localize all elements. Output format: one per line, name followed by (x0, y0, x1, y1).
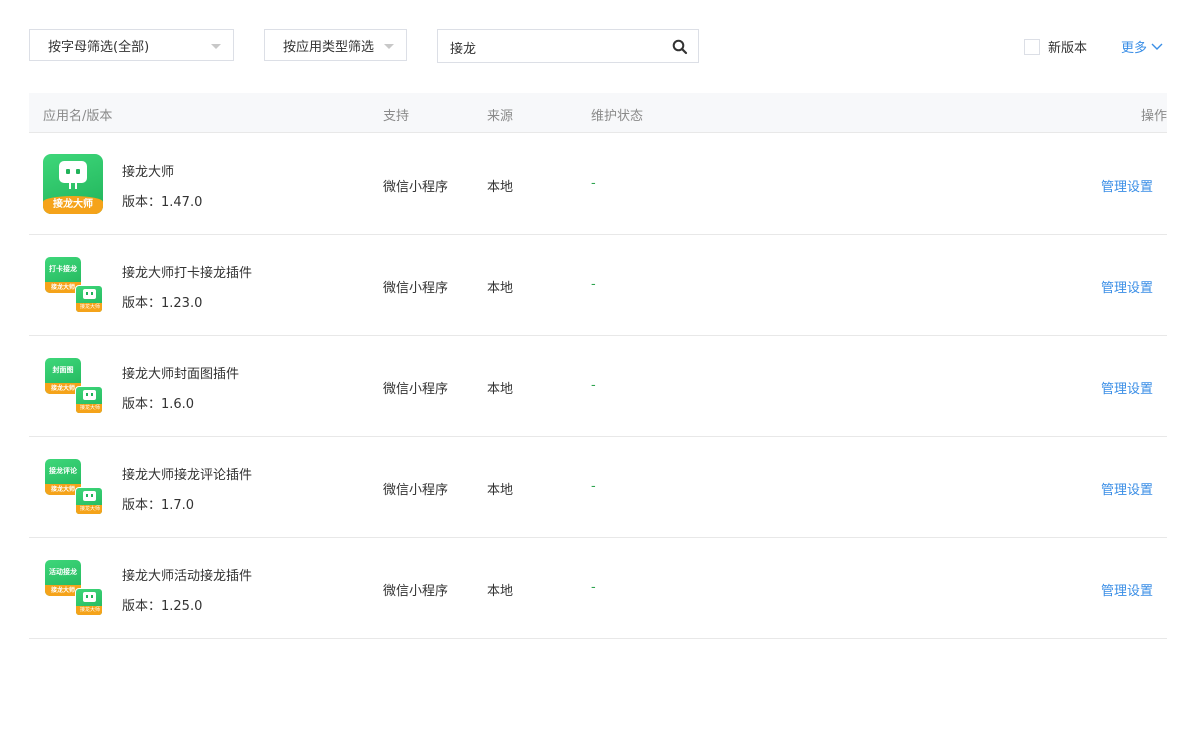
app-status: - (591, 479, 596, 494)
app-source: 本地 (487, 584, 514, 599)
table-header: 应用名/版本 支持 来源 维护状态 操作 (29, 93, 1167, 133)
search-input[interactable] (450, 38, 660, 56)
app-icon: 封面图 接龙大师 接龙大师 (43, 356, 103, 416)
app-version: 版本：1.23.0 (122, 296, 203, 311)
search-box (437, 29, 699, 63)
chevron-down-icon (1151, 43, 1163, 50)
app-source: 本地 (487, 180, 514, 195)
app-version: 版本：1.7.0 (122, 498, 195, 513)
app-list-page: 按字母筛选(全部) 按应用类型筛选 新版本 更多 应用名/版本 支持 来源 维护… (0, 0, 1196, 749)
header-action: 操作 (1140, 109, 1167, 124)
header-source: 来源 (487, 109, 514, 124)
app-source: 本地 (487, 382, 514, 397)
app-version: 版本：1.47.0 (122, 195, 203, 210)
letter-filter-select[interactable]: 按字母筛选(全部) (29, 29, 234, 61)
app-status: - (591, 378, 596, 393)
app-icon: 接龙评论 接龙大师 接龙大师 (43, 457, 103, 517)
search-icon[interactable] (672, 39, 688, 55)
plugin-icon-title: 接龙评论 (49, 467, 77, 475)
app-name: 接龙大师打卡接龙插件 (122, 266, 253, 281)
app-icon: 接龙大师 (43, 154, 103, 214)
plugin-icon-title: 打卡接龙 (49, 265, 77, 273)
plugin-icon-small-band: 接龙大师 (76, 404, 102, 413)
caret-down-icon (211, 44, 221, 49)
more-dropdown[interactable]: 更多 (1121, 37, 1163, 56)
app-version: 版本：1.25.0 (122, 599, 203, 614)
header-support: 支持 (383, 109, 410, 124)
app-support: 微信小程序 (383, 483, 449, 498)
manage-settings-link[interactable]: 管理设置 (1101, 479, 1153, 498)
icon-band-text: 接龙大师 (43, 196, 103, 214)
plugin-icon-title: 封面图 (52, 366, 74, 374)
new-version-label: 新版本 (1048, 41, 1088, 56)
manage-settings-link[interactable]: 管理设置 (1101, 580, 1153, 599)
plugin-icon: 打卡接龙 接龙大师 接龙大师 (43, 255, 103, 315)
app-name: 接龙大师接龙评论插件 (122, 468, 253, 483)
app-source: 本地 (487, 281, 514, 296)
app-version: 版本：1.6.0 (122, 397, 195, 412)
caret-down-icon (384, 44, 394, 49)
table-row: 接龙大师 接龙大师 版本：1.47.0 微信小程序 本地 - 管理设置 (29, 134, 1167, 235)
app-support: 微信小程序 (383, 281, 449, 296)
header-name: 应用名/版本 (43, 109, 113, 124)
plugin-icon-small-band: 接龙大师 (76, 606, 102, 615)
app-icon: 活动接龙 接龙大师 接龙大师 (43, 558, 103, 618)
app-icon: 打卡接龙 接龙大师 接龙大师 (43, 255, 103, 315)
app-name: 接龙大师活动接龙插件 (122, 569, 253, 584)
app-source: 本地 (487, 483, 514, 498)
app-support: 微信小程序 (383, 584, 449, 599)
plugin-icon: 活动接龙 接龙大师 接龙大师 (43, 558, 103, 618)
letter-filter-label: 按字母筛选(全部) (48, 39, 150, 55)
table-row: 打卡接龙 接龙大师 接龙大师 接龙大师打卡接龙插件 版本：1.23.0 微信小程… (29, 235, 1167, 336)
jielong-master-icon: 接龙大师 (43, 154, 103, 214)
plugin-icon-small-band: 接龙大师 (76, 505, 102, 514)
app-status: - (591, 277, 596, 292)
app-support: 微信小程序 (383, 180, 449, 195)
type-filter-label: 按应用类型筛选 (283, 39, 375, 55)
manage-settings-link[interactable]: 管理设置 (1101, 378, 1153, 397)
more-label: 更多 (1121, 41, 1148, 56)
plugin-icon-title: 活动接龙 (49, 568, 77, 576)
table-row: 封面图 接龙大师 接龙大师 接龙大师封面图插件 版本：1.6.0 微信小程序 本… (29, 336, 1167, 437)
manage-settings-link[interactable]: 管理设置 (1101, 277, 1153, 296)
app-name: 接龙大师 (122, 165, 175, 180)
table-row: 接龙评论 接龙大师 接龙大师 接龙大师接龙评论插件 版本：1.7.0 微信小程序… (29, 437, 1167, 538)
app-name: 接龙大师封面图插件 (122, 367, 240, 382)
type-filter-select[interactable]: 按应用类型筛选 (264, 29, 407, 61)
plugin-icon-small-band: 接龙大师 (76, 303, 102, 312)
manage-settings-link[interactable]: 管理设置 (1101, 176, 1153, 195)
plugin-icon: 接龙评论 接龙大师 接龙大师 (43, 457, 103, 517)
table-row: 活动接龙 接龙大师 接龙大师 接龙大师活动接龙插件 版本：1.25.0 微信小程… (29, 538, 1167, 639)
app-status: - (591, 176, 596, 191)
app-status: - (591, 580, 596, 595)
plugin-icon: 封面图 接龙大师 接龙大师 (43, 356, 103, 416)
new-version-checkbox[interactable] (1024, 38, 1040, 55)
app-support: 微信小程序 (383, 382, 449, 397)
new-version-toggle[interactable]: 新版本 (1024, 37, 1087, 56)
header-status: 维护状态 (591, 109, 644, 124)
